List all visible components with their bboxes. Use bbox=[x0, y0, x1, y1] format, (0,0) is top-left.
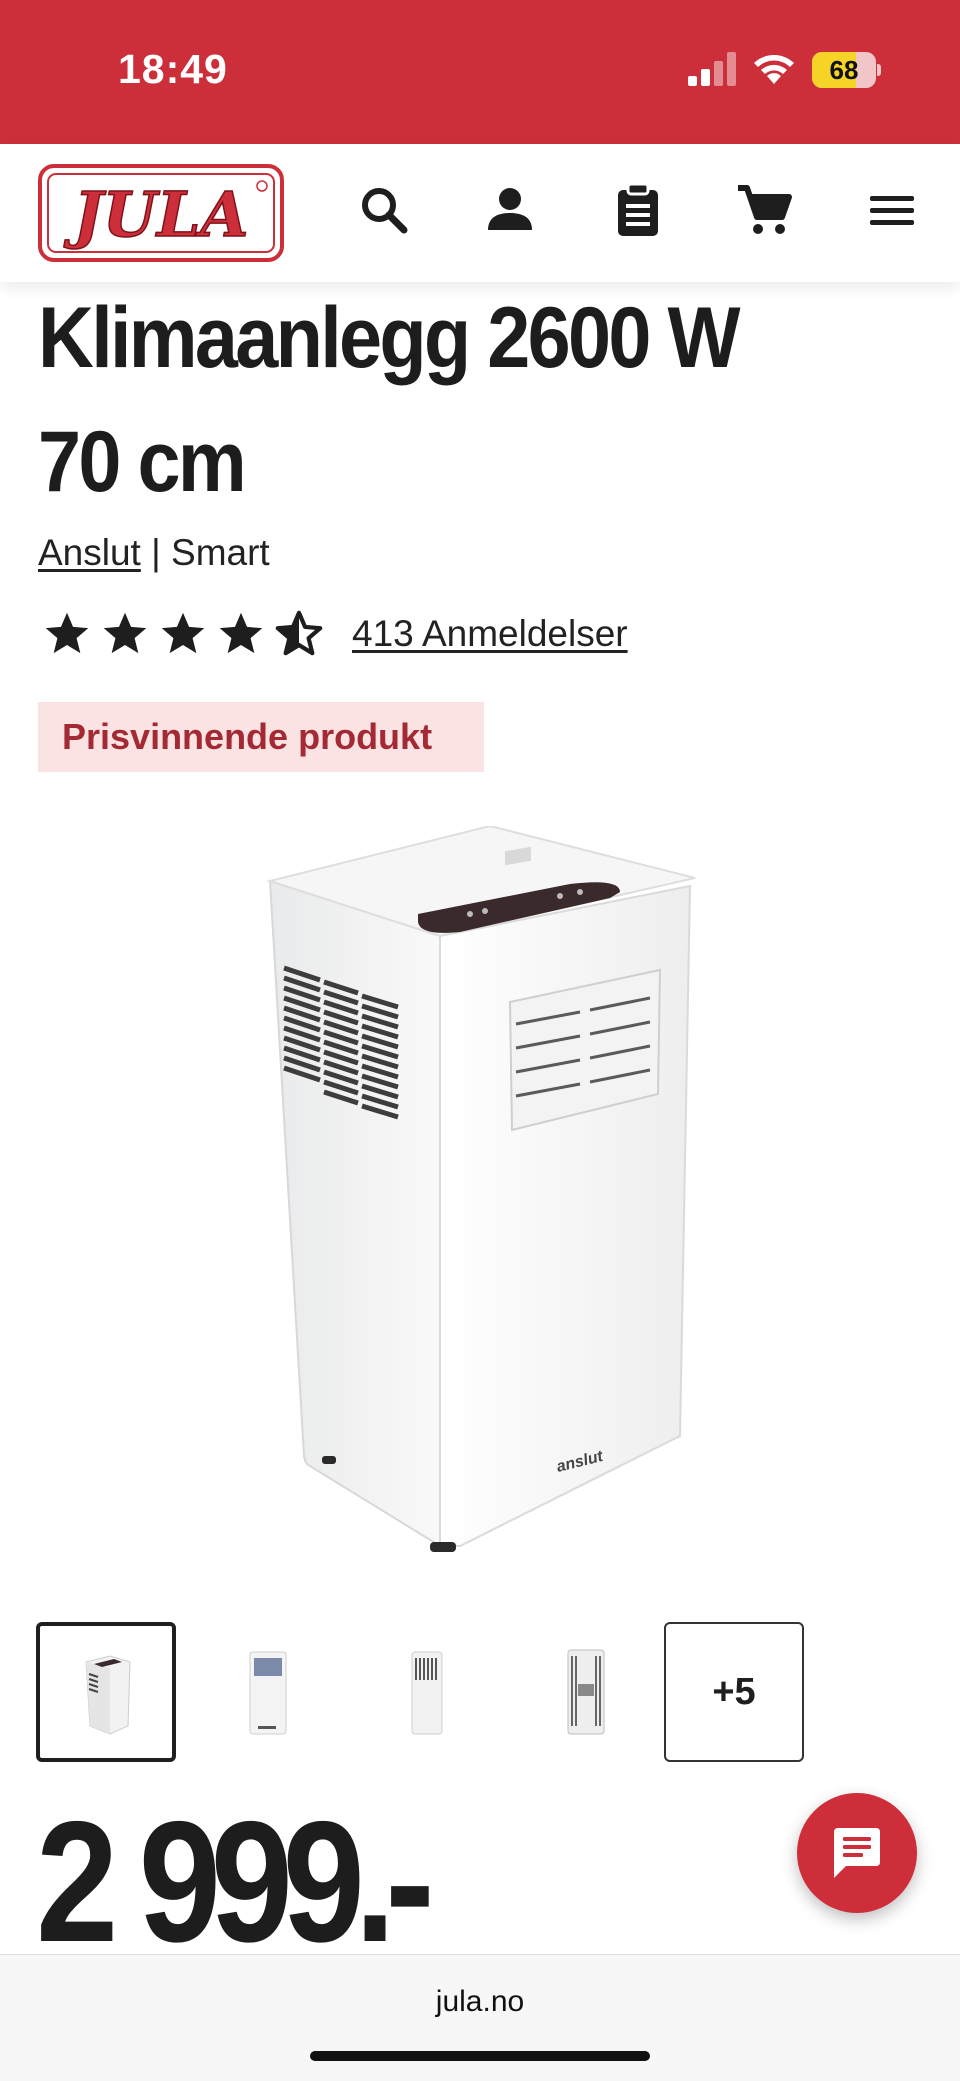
thumbnail-image bbox=[567, 1649, 605, 1735]
thumbnail-4[interactable] bbox=[516, 1622, 656, 1762]
star-full-icon bbox=[161, 612, 205, 654]
product-series: Smart bbox=[171, 532, 270, 573]
account-button[interactable] bbox=[480, 180, 540, 240]
cart-button[interactable] bbox=[734, 180, 794, 240]
cart-icon bbox=[738, 185, 792, 234]
star-full-icon bbox=[103, 612, 147, 654]
chat-button[interactable] bbox=[797, 1793, 917, 1913]
thumbnail-3[interactable] bbox=[356, 1622, 496, 1762]
thumbnail-1[interactable] bbox=[36, 1622, 176, 1762]
shopping-list-icon bbox=[618, 182, 658, 236]
account-icon bbox=[488, 188, 532, 230]
thumbnail-more-label: +5 bbox=[712, 1670, 756, 1713]
jula-logo[interactable]: JULA bbox=[38, 164, 284, 262]
product-image[interactable]: anslut bbox=[240, 826, 720, 1572]
brand-separator: | bbox=[140, 532, 172, 573]
chat-icon bbox=[834, 1828, 880, 1878]
reviews-link[interactable]: 413 Anmeldelser bbox=[352, 613, 628, 655]
battery-indicator: 68 bbox=[812, 52, 881, 88]
rating-row[interactable]: 413 Anmeldelser bbox=[42, 606, 628, 662]
battery-level: 68 bbox=[829, 55, 859, 85]
star-full-icon bbox=[219, 612, 263, 654]
thumbnail-image bbox=[249, 1651, 287, 1735]
cellular-signal-icon bbox=[688, 52, 736, 86]
thumbnail-more-button[interactable]: +5 bbox=[664, 1622, 804, 1762]
menu-icon bbox=[870, 196, 914, 225]
thumbnail-strip: +5 bbox=[36, 1622, 806, 1762]
product-price: 2 999.- bbox=[36, 1786, 435, 1978]
status-time: 18:49 bbox=[118, 46, 228, 92]
menu-button[interactable] bbox=[862, 180, 922, 240]
thumbnail-2[interactable] bbox=[196, 1622, 336, 1762]
url-text[interactable]: jula.no bbox=[0, 1985, 960, 2019]
award-badge-label: Prisvinnende produkt bbox=[62, 716, 433, 757]
wifi-icon bbox=[754, 55, 794, 84]
search-icon bbox=[362, 188, 408, 234]
logo-text: JULA bbox=[63, 178, 248, 251]
product-title: Klimaanlegg 2600 W 70 cm bbox=[38, 290, 741, 510]
star-half-icon bbox=[275, 610, 323, 656]
search-button[interactable] bbox=[354, 180, 414, 240]
thumbnail-image bbox=[85, 1655, 131, 1735]
status-bar: 18:49 68 bbox=[0, 0, 960, 144]
shopping-list-button[interactable] bbox=[608, 180, 668, 240]
brand-line: Anslut | Smart bbox=[38, 532, 270, 574]
star-full-icon bbox=[45, 612, 89, 654]
browser-address-bar[interactable]: jula.no bbox=[0, 1954, 960, 2081]
award-badge: Prisvinnende produkt bbox=[38, 702, 484, 772]
site-header: JULA bbox=[0, 144, 960, 282]
brand-link[interactable]: Anslut bbox=[38, 532, 141, 573]
thumbnail-image bbox=[411, 1651, 443, 1735]
home-indicator[interactable] bbox=[310, 2051, 650, 2061]
